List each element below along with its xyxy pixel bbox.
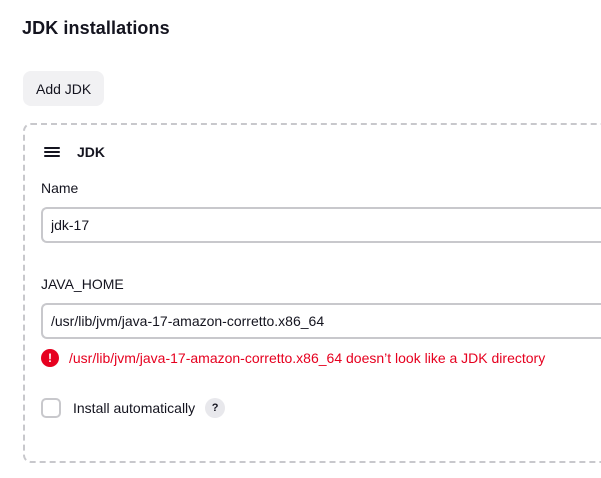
java-home-label: JAVA_HOME bbox=[41, 276, 124, 292]
jdk-installations-page: JDK installations Add JDK JDK Name JAVA_… bbox=[0, 0, 601, 478]
java-home-error: ! /usr/lib/jvm/java-17-amazon-corretto.x… bbox=[41, 349, 545, 367]
install-automatically-label[interactable]: Install automatically bbox=[73, 400, 195, 416]
install-automatically-checkbox[interactable] bbox=[41, 398, 61, 418]
section-title: JDK installations bbox=[22, 18, 170, 38]
drag-handle-icon[interactable] bbox=[44, 147, 60, 157]
install-automatically-row: Install automatically ? bbox=[41, 398, 226, 418]
error-icon: ! bbox=[41, 349, 59, 367]
error-message: /usr/lib/jvm/java-17-amazon-corretto.x86… bbox=[69, 350, 546, 366]
name-input[interactable] bbox=[41, 207, 601, 243]
help-icon[interactable]: ? bbox=[205, 398, 226, 418]
jdk-item-title: JDK bbox=[77, 144, 106, 160]
java-home-input[interactable] bbox=[41, 303, 601, 339]
name-label: Name bbox=[41, 180, 79, 196]
jdk-item-card: JDK Name JAVA_HOME ! /usr/lib/jvm/java-1… bbox=[23, 123, 601, 463]
add-jdk-button[interactable]: Add JDK bbox=[23, 71, 105, 106]
